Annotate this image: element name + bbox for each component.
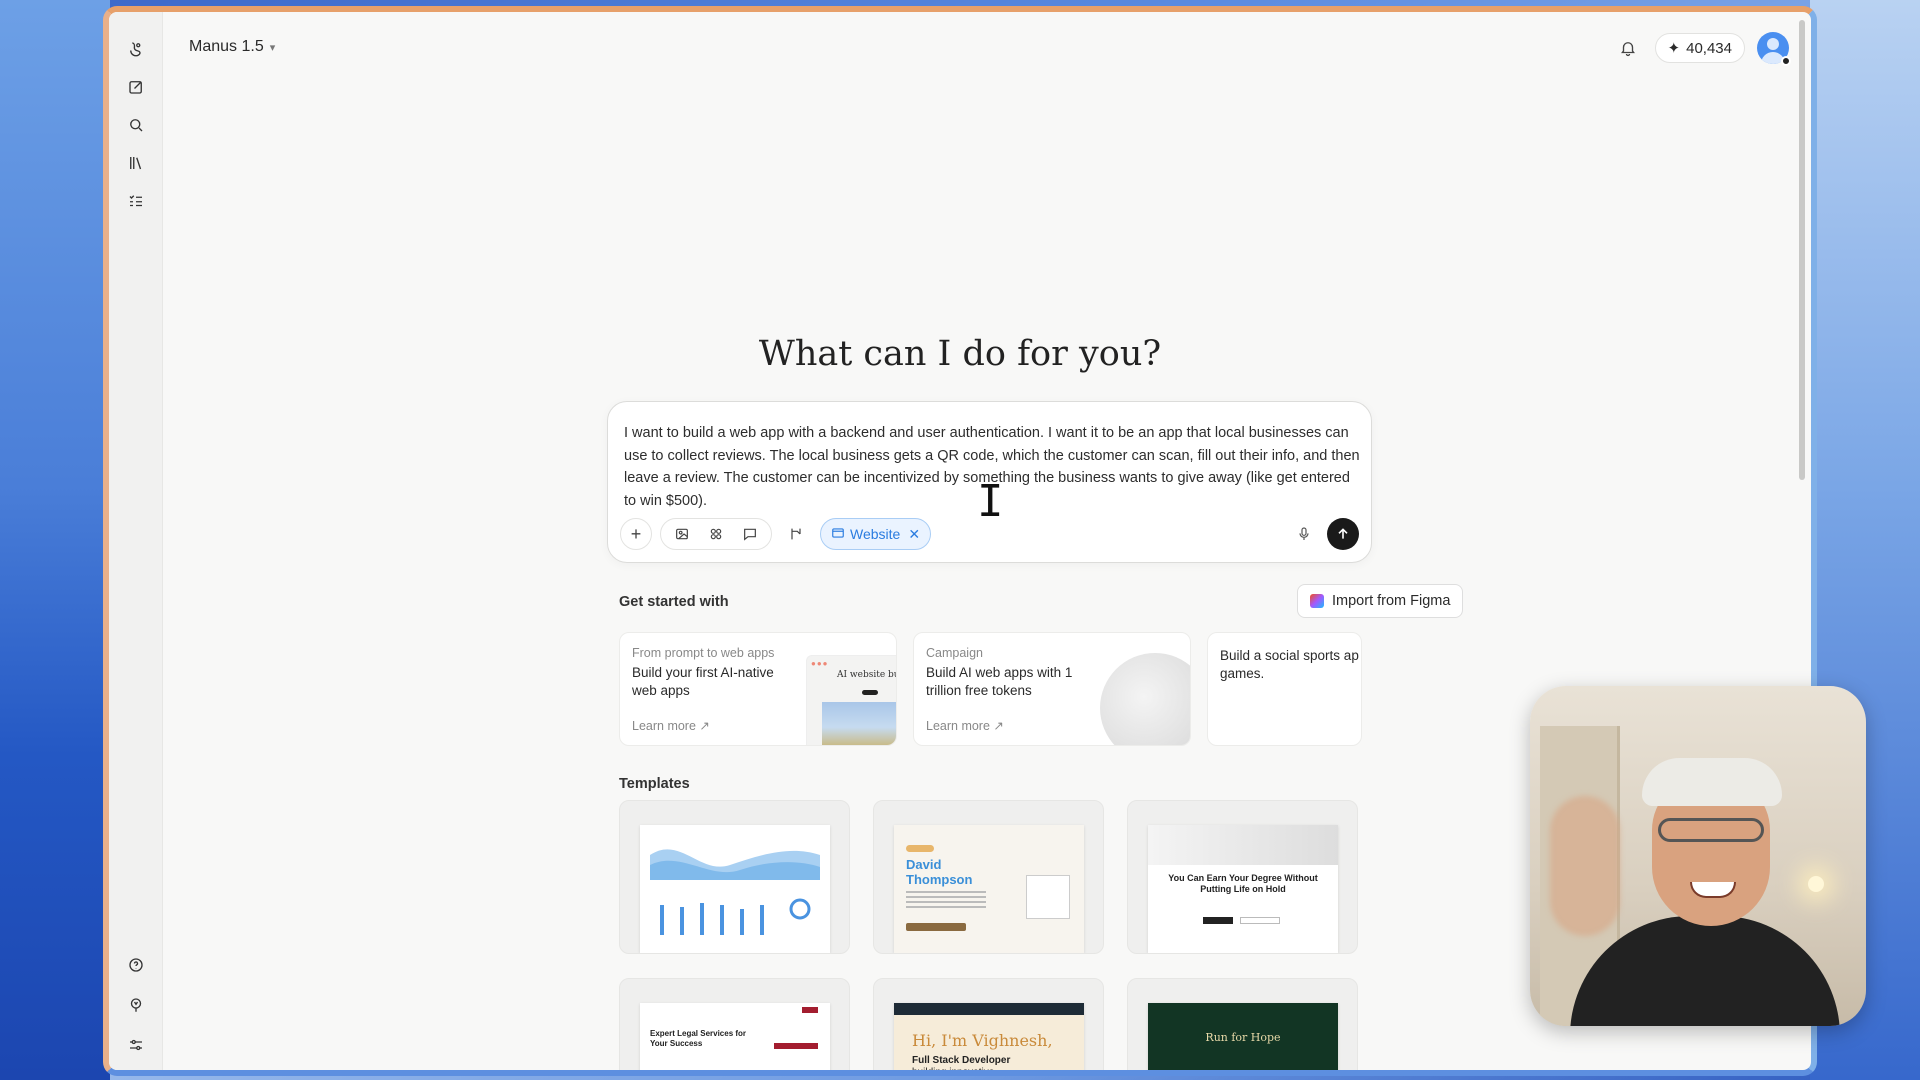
model-selector-label: Manus 1.5 — [189, 38, 264, 55]
library-icon[interactable] — [123, 150, 149, 176]
card-title: Build a social sports ap games. — [1220, 648, 1359, 681]
thumbnail-title: AI website build — [837, 670, 896, 680]
website-mode-chip[interactable]: Website ✕ — [820, 518, 932, 550]
template-subtitle: Full Stack Developer — [912, 1055, 1011, 1066]
add-attachment-button[interactable]: + — [620, 518, 652, 550]
remove-chip-icon[interactable]: ✕ — [908, 526, 920, 543]
template-title: Run for Hope — [1205, 1031, 1281, 1044]
get-started-card[interactable]: Campaign Build AI web apps with 1 trilli… — [913, 632, 1191, 746]
chat-mode-icon[interactable] — [735, 519, 765, 549]
model-selector[interactable]: Manus 1.5 ▾ — [189, 38, 275, 56]
card-title: Build AI web apps with 1 trillion free t… — [926, 665, 1073, 698]
webcam-overlay — [1530, 686, 1866, 1026]
learn-more-link[interactable]: Learn more ↗ — [926, 718, 1004, 733]
credits-badge[interactable]: ✦ 40,434 — [1654, 33, 1745, 63]
microphone-icon[interactable] — [1289, 519, 1319, 549]
figma-icon — [1310, 594, 1324, 608]
template-title: Expert Legal Services for Your Success — [650, 1029, 747, 1048]
browser-window-icon — [831, 526, 845, 543]
get-started-card[interactable]: From prompt to web apps Build your first… — [619, 632, 897, 746]
sidebar — [109, 12, 163, 1070]
get-started-heading: Get started with — [619, 594, 729, 610]
avatar-status-dot — [1781, 56, 1791, 66]
desktop-wallpaper-left — [0, 0, 110, 1080]
card-eyebrow: Campaign — [926, 646, 983, 660]
templates-heading: Templates — [619, 776, 690, 792]
credits-count: 40,434 — [1686, 39, 1732, 57]
new-task-icon[interactable] — [123, 74, 149, 100]
settings-sliders-icon[interactable] — [123, 1032, 149, 1058]
manus-logo-icon[interactable] — [123, 36, 149, 62]
sparkle-icon: ✦ — [1667, 40, 1681, 57]
scrollbar[interactable] — [1799, 20, 1805, 480]
learn-more-link[interactable]: Learn more ↗ — [632, 718, 710, 733]
template-card-portfolio[interactable]: David Thompson — [873, 800, 1104, 954]
card-title: Build your first AI-native web apps — [632, 665, 774, 698]
template-title: David Thompson — [906, 857, 973, 887]
connector-tools-group — [660, 518, 772, 550]
template-preview: Run for Hope — [1148, 1003, 1338, 1070]
template-subtitle-2: building innovative — [912, 1067, 995, 1076]
template-card-analytics[interactable] — [619, 800, 850, 954]
image-tool-icon[interactable] — [667, 519, 697, 549]
card-thumbnail: ●●● AI website build — [806, 655, 896, 745]
connectors-icon[interactable] — [701, 519, 731, 549]
template-preview: You Can Earn Your Degree Without Putting… — [1148, 825, 1338, 953]
template-card-education[interactable]: You Can Earn Your Degree Without Putting… — [1127, 800, 1358, 954]
send-button[interactable] — [1327, 518, 1359, 550]
template-preview: Hi, I'm Vighnesh, Full Stack Developer b… — [894, 1003, 1084, 1076]
template-preview — [640, 825, 830, 953]
template-preview: Expert Legal Services for Your Success — [640, 1003, 830, 1070]
card-eyebrow: From prompt to web apps — [632, 646, 775, 660]
template-preview: David Thompson — [894, 825, 1084, 953]
idea-icon[interactable] — [123, 992, 149, 1018]
template-card-legal[interactable]: Expert Legal Services for Your Success — [619, 978, 850, 1070]
workflow-icon[interactable] — [780, 518, 812, 550]
get-started-card[interactable]: Build a social sports ap games. — [1207, 632, 1362, 746]
template-card-developer[interactable]: Hi, I'm Vighnesh, Full Stack Developer b… — [873, 978, 1104, 1076]
top-right-controls: ✦ 40,434 — [1613, 32, 1789, 64]
template-title: Hi, I'm Vighnesh, — [912, 1031, 1053, 1050]
import-from-figma-button[interactable]: Import from Figma — [1297, 584, 1464, 618]
chevron-down-icon: ▾ — [269, 41, 276, 54]
import-from-figma-label: Import from Figma — [1332, 593, 1451, 609]
help-icon[interactable] — [123, 952, 149, 978]
notification-bell-icon[interactable] — [1613, 33, 1643, 63]
globe-illustration — [1100, 653, 1190, 745]
website-mode-label: Website — [850, 526, 901, 542]
tasks-list-icon[interactable] — [123, 188, 149, 214]
template-title: You Can Earn Your Degree Without Putting… — [1168, 873, 1318, 894]
page-title: What can I do for you? — [758, 334, 1162, 374]
template-card-charity[interactable]: Run for Hope — [1127, 978, 1358, 1070]
text-cursor-icon: I — [977, 476, 1004, 527]
search-icon[interactable] — [123, 112, 149, 138]
